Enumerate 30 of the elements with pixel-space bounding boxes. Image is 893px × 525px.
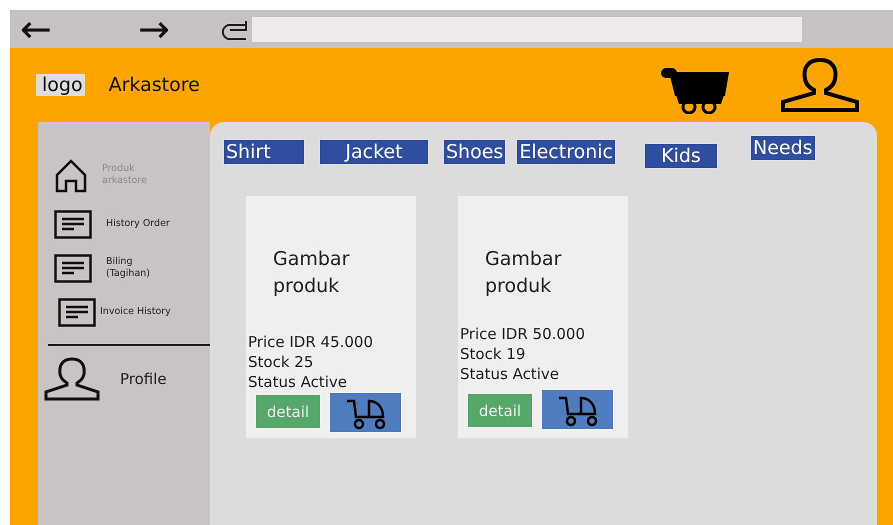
document-icon xyxy=(54,254,92,282)
category-tab[interactable]: Electronic xyxy=(517,140,615,164)
user-icon xyxy=(42,356,102,402)
home-icon xyxy=(54,157,88,193)
status-text: Status Active xyxy=(460,364,560,384)
document-icon xyxy=(58,298,96,326)
stock-text: Stock 25 xyxy=(248,352,314,372)
status-text: Status Active xyxy=(248,372,348,392)
image-placeholder-text: Gambar produk xyxy=(272,247,350,299)
add-to-cart-button[interactable] xyxy=(542,390,613,429)
profile-link[interactable]: Profile xyxy=(120,370,167,388)
category-tab[interactable]: Kids xyxy=(644,144,717,168)
logo: logo xyxy=(36,74,85,96)
back-button[interactable]: ← xyxy=(20,10,100,48)
category-tab[interactable]: Needs xyxy=(750,136,815,160)
sidebar-item[interactable]: Invoice History xyxy=(38,290,210,334)
stock-text: Stock 19 xyxy=(460,344,526,364)
add-to-cart-button[interactable] xyxy=(330,393,401,432)
category-tab[interactable]: Shoes xyxy=(444,140,506,164)
price-text: Price IDR 45.000 xyxy=(248,332,374,352)
sidebar-item[interactable]: Biling (Tagihan) xyxy=(38,246,210,290)
price-text: Price IDR 50.000 xyxy=(460,324,586,344)
brand-name: Arkastore xyxy=(108,74,200,96)
document-icon xyxy=(54,210,92,238)
category-tab[interactable]: Shirt xyxy=(224,140,304,164)
image-placeholder-text: Gambar produk xyxy=(484,247,562,299)
category-tab[interactable]: Jacket xyxy=(320,140,428,164)
address-field[interactable] xyxy=(252,16,802,42)
sidebar-item[interactable]: History Order xyxy=(38,202,210,246)
forward-button[interactable]: → xyxy=(138,10,198,48)
